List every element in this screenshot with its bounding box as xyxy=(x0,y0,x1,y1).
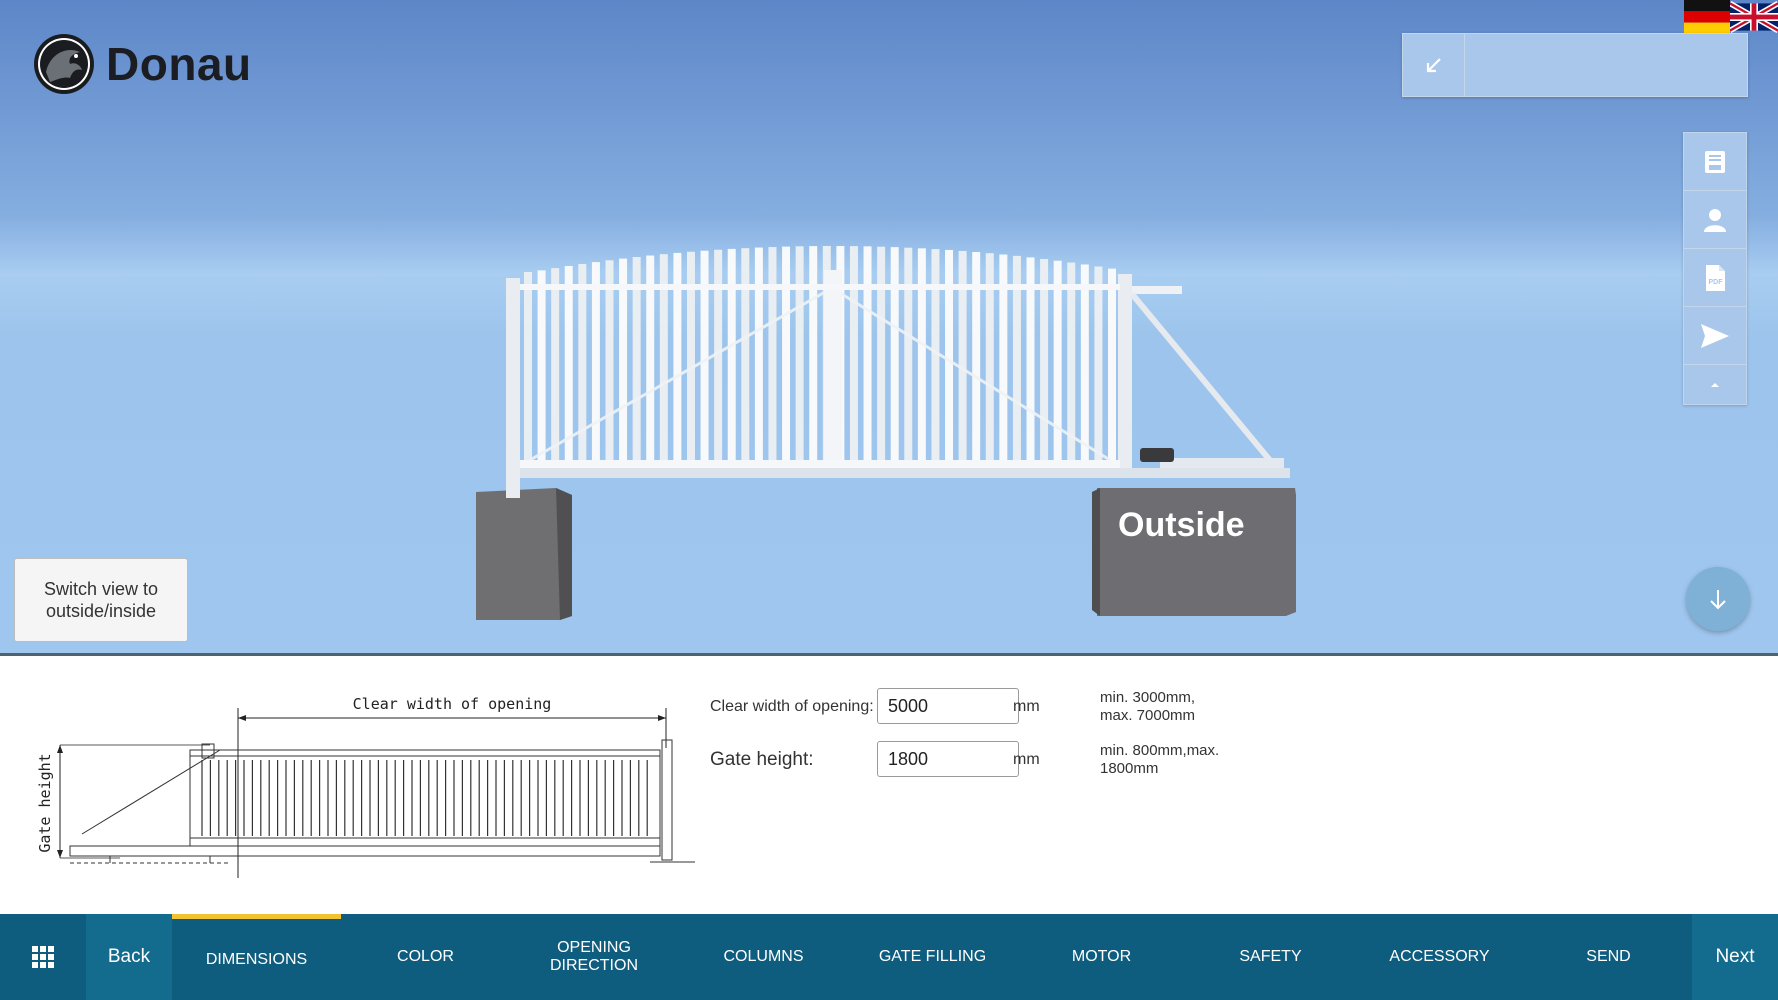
tab-opening-direction[interactable]: OPENING DIRECTION xyxy=(524,914,664,1000)
arrow-down-icon xyxy=(1710,590,1726,610)
action-sidebar: PDF xyxy=(1683,132,1747,405)
gate-height-hint: min. 800mm,max. 1800mm xyxy=(1100,742,1220,777)
grid-menu-icon xyxy=(32,946,54,968)
uk-flag-icon[interactable] xyxy=(1730,0,1778,34)
send-icon xyxy=(1701,323,1729,348)
clear-width-unit: mm xyxy=(1013,698,1040,715)
user-icon xyxy=(1704,208,1726,232)
collapse-sidebar-button[interactable] xyxy=(1684,365,1746,405)
svg-text:PDF: PDF xyxy=(1709,279,1724,286)
tab-accessory[interactable]: ACCESSORY xyxy=(1355,914,1524,1000)
outside-label: Outside xyxy=(1118,506,1245,544)
gate-3d-model[interactable] xyxy=(460,230,1320,630)
viewport-divider xyxy=(0,653,1778,656)
diagram-clear-width-caption: Clear width of opening xyxy=(353,695,552,713)
app-logo: Donau xyxy=(32,32,252,96)
tab-gate-filling[interactable]: GATE FILLING xyxy=(848,914,1017,1000)
tab-send[interactable]: SEND xyxy=(1524,914,1693,1000)
logo-text: Donau xyxy=(106,38,252,90)
german-flag-icon[interactable] xyxy=(1684,0,1730,34)
dimension-diagram: Clear width of opening Gate height xyxy=(36,695,695,878)
scroll-down-button[interactable] xyxy=(1686,567,1750,631)
gate-height-label: Gate height: xyxy=(710,749,814,770)
gate-height-input[interactable] xyxy=(877,741,1019,777)
clear-width-hint: min. 3000mm, max. 7000mm xyxy=(1100,689,1196,724)
arrow-bottom-left-icon xyxy=(1426,58,1441,73)
menu-button[interactable] xyxy=(0,914,86,1000)
user-button[interactable] xyxy=(1684,191,1746,249)
back-button[interactable]: Back xyxy=(86,914,172,1000)
switch-view-label: Switch view to outside/inside xyxy=(43,579,159,621)
collapse-panel-button[interactable] xyxy=(1403,34,1465,96)
clear-width-input[interactable] xyxy=(877,688,1019,724)
language-flags xyxy=(1684,0,1778,34)
gate-height-unit: mm xyxy=(1013,751,1040,768)
send-button[interactable] xyxy=(1684,307,1746,365)
save-button[interactable] xyxy=(1684,133,1746,191)
caret-up-icon xyxy=(1711,383,1719,387)
info-panel xyxy=(1402,33,1748,97)
tab-dimensions[interactable]: DIMENSIONS xyxy=(172,914,341,1000)
bottom-navigation: Back DIMENSIONS COLOR OPENING DIRECTION COL… xyxy=(0,914,1778,1000)
clear-width-label: Clear width of opening: xyxy=(710,698,874,715)
3d-viewport[interactable]: Donau PDF Outside Switch view to outside… xyxy=(0,0,1778,653)
next-button[interactable]: Next xyxy=(1692,914,1778,1000)
diagram-gate xyxy=(69,739,695,864)
concrete-block-left xyxy=(476,488,572,620)
tab-columns[interactable]: COLUMNS xyxy=(679,914,848,1000)
gate-post-left xyxy=(506,278,520,498)
diagram-gate-height-caption: Gate height xyxy=(36,753,54,852)
save-icon xyxy=(1705,150,1725,173)
switch-view-button[interactable]: Switch view to outside/inside xyxy=(14,558,188,642)
tab-safety[interactable]: SAFETY xyxy=(1186,914,1355,1000)
tab-motor[interactable]: MOTOR xyxy=(1017,914,1186,1000)
pdf-icon: PDF xyxy=(1706,264,1725,291)
gate-pickets xyxy=(524,246,1116,466)
tab-color[interactable]: COLOR xyxy=(341,914,510,1000)
gate-post-right xyxy=(1118,274,1132,474)
eagle-logo-icon xyxy=(34,34,94,94)
pdf-button[interactable]: PDF xyxy=(1684,249,1746,307)
